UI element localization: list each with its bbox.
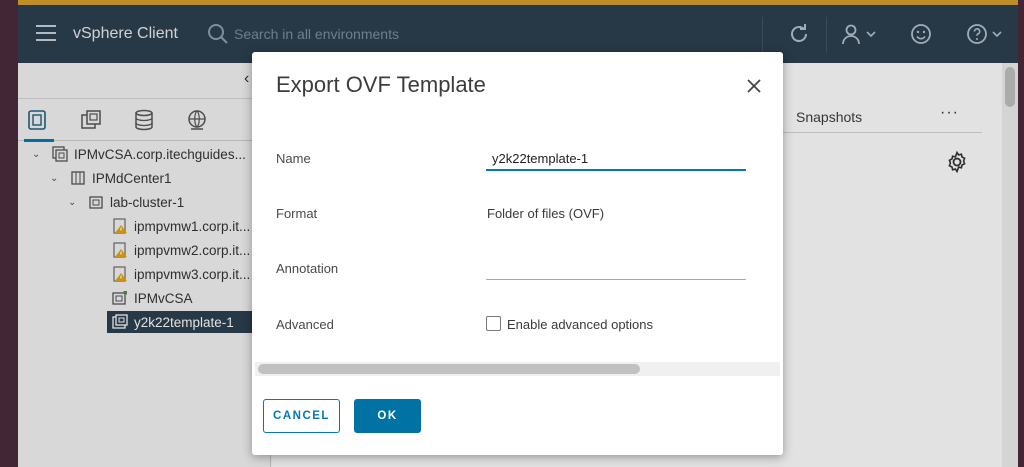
advanced-options-checkbox[interactable] — [486, 316, 501, 331]
name-label: Name — [276, 151, 311, 166]
cancel-button[interactable]: CANCEL — [263, 399, 340, 433]
dialog-title: Export OVF Template — [276, 72, 486, 97]
advanced-label: Advanced — [276, 317, 334, 332]
export-ovf-dialog: Export OVF Template Name Format Folder o… — [252, 52, 783, 455]
close-icon[interactable] — [744, 76, 764, 96]
format-value: Folder of files (OVF) — [487, 206, 605, 221]
dialog-horizontal-scrollbar[interactable] — [255, 362, 780, 376]
annotation-label: Annotation — [276, 261, 339, 276]
annotation-input[interactable] — [486, 260, 746, 280]
ok-button[interactable]: OK — [354, 399, 421, 433]
format-label: Format — [276, 206, 318, 221]
advanced-options-label[interactable]: Enable advanced options — [507, 317, 653, 332]
name-input[interactable] — [486, 147, 746, 171]
dialog-scrollbar-thumb[interactable] — [258, 364, 640, 374]
